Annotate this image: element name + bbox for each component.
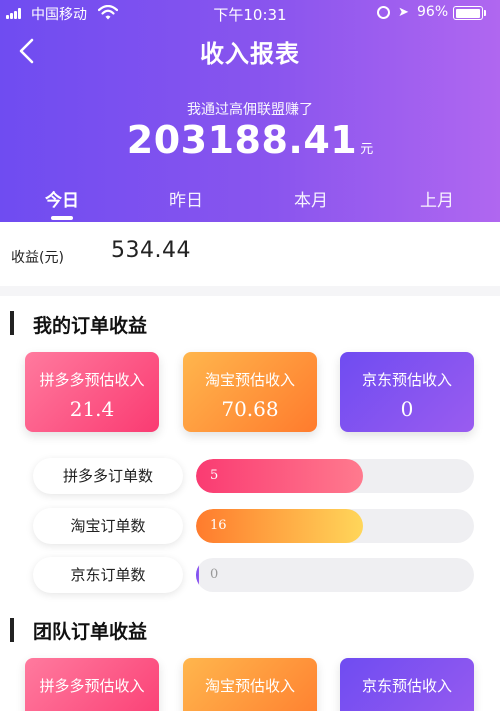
- earned-total: 203188.41 元: [0, 118, 500, 162]
- earned-value: 203188.41: [126, 118, 358, 162]
- battery-icon: [453, 6, 483, 20]
- period-tabs: 今日 昨日 本月 上月: [0, 186, 500, 222]
- location-icon: ➤: [398, 5, 409, 20]
- taobao-orders-bar: 16: [196, 509, 474, 543]
- status-bar: 中国移动 下午10:31 ➤ 96%: [0, 0, 500, 26]
- jd-orders-value: 0: [210, 567, 219, 582]
- tab-last-month[interactable]: 上月: [397, 186, 477, 211]
- tab-today[interactable]: 今日: [22, 186, 102, 211]
- taobao-orders-label: 淘宝订单数: [33, 508, 183, 544]
- pdd-orders-bar: 5: [196, 459, 474, 493]
- header: 中国移动 下午10:31 ➤ 96% 收入报表 我通过高佣联盟赚了 203188…: [0, 0, 500, 222]
- earnings-summary: 收益(元) 534.44: [0, 222, 500, 286]
- earnings-label: 收益(元): [11, 250, 64, 266]
- my-orders-title: 我的订单收益: [33, 315, 148, 337]
- pdd-orders-value: 5: [210, 468, 219, 483]
- team-pdd-income-label: 拼多多预估收入: [39, 677, 145, 695]
- earned-unit: 元: [360, 142, 374, 157]
- jd-orders-fill: [196, 558, 199, 592]
- pdd-income-label: 拼多多预估收入: [39, 371, 145, 389]
- taobao-income-label: 淘宝预估收入: [204, 371, 295, 389]
- battery-tip: [484, 10, 486, 16]
- section-marker: [10, 311, 14, 335]
- page-title: 收入报表: [200, 40, 300, 68]
- jd-income-value: 0: [400, 397, 414, 421]
- earned-label: 我通过高佣联盟赚了: [187, 102, 313, 118]
- taobao-income-value: 70.68: [221, 397, 279, 421]
- jd-orders-label: 京东订单数: [33, 557, 183, 593]
- team-jd-income-label: 京东预估收入: [361, 677, 452, 695]
- pdd-orders-label: 拼多多订单数: [33, 458, 183, 494]
- pdd-income-card[interactable]: 拼多多预估收入 21.4: [25, 352, 159, 432]
- jd-income-card[interactable]: 京东预估收入 0: [340, 352, 474, 432]
- pdd-income-value: 21.4: [69, 397, 115, 421]
- battery-percent: 96%: [417, 4, 449, 20]
- pdd-orders-fill: [196, 459, 363, 493]
- taobao-income-card[interactable]: 淘宝预估收入 70.68: [183, 352, 317, 432]
- team-taobao-income-card[interactable]: 淘宝预估收入: [183, 658, 317, 711]
- tab-yesterday[interactable]: 昨日: [146, 186, 226, 211]
- earnings-value: 534.44: [111, 238, 191, 263]
- team-orders-section: 团队订单收益 拼多多预估收入 淘宝预估收入 京东预估收入: [0, 605, 500, 711]
- tab-this-month[interactable]: 本月: [271, 186, 351, 211]
- tab-indicator: [51, 216, 73, 220]
- my-orders-section: 我的订单收益 拼多多预估收入 21.4 淘宝预估收入 70.68 京东预估收入 …: [0, 296, 500, 626]
- team-pdd-income-card[interactable]: 拼多多预估收入: [25, 658, 159, 711]
- team-taobao-income-label: 淘宝预估收入: [204, 677, 295, 695]
- team-jd-income-card[interactable]: 京东预估收入: [340, 658, 474, 711]
- rotation-lock-icon: [377, 6, 390, 19]
- jd-income-label: 京东预估收入: [361, 371, 452, 389]
- team-orders-title: 团队订单收益: [33, 621, 148, 643]
- taobao-orders-value: 16: [210, 518, 227, 533]
- section-marker: [10, 618, 14, 642]
- battery-level: [455, 8, 480, 18]
- jd-orders-bar: 0: [196, 558, 474, 592]
